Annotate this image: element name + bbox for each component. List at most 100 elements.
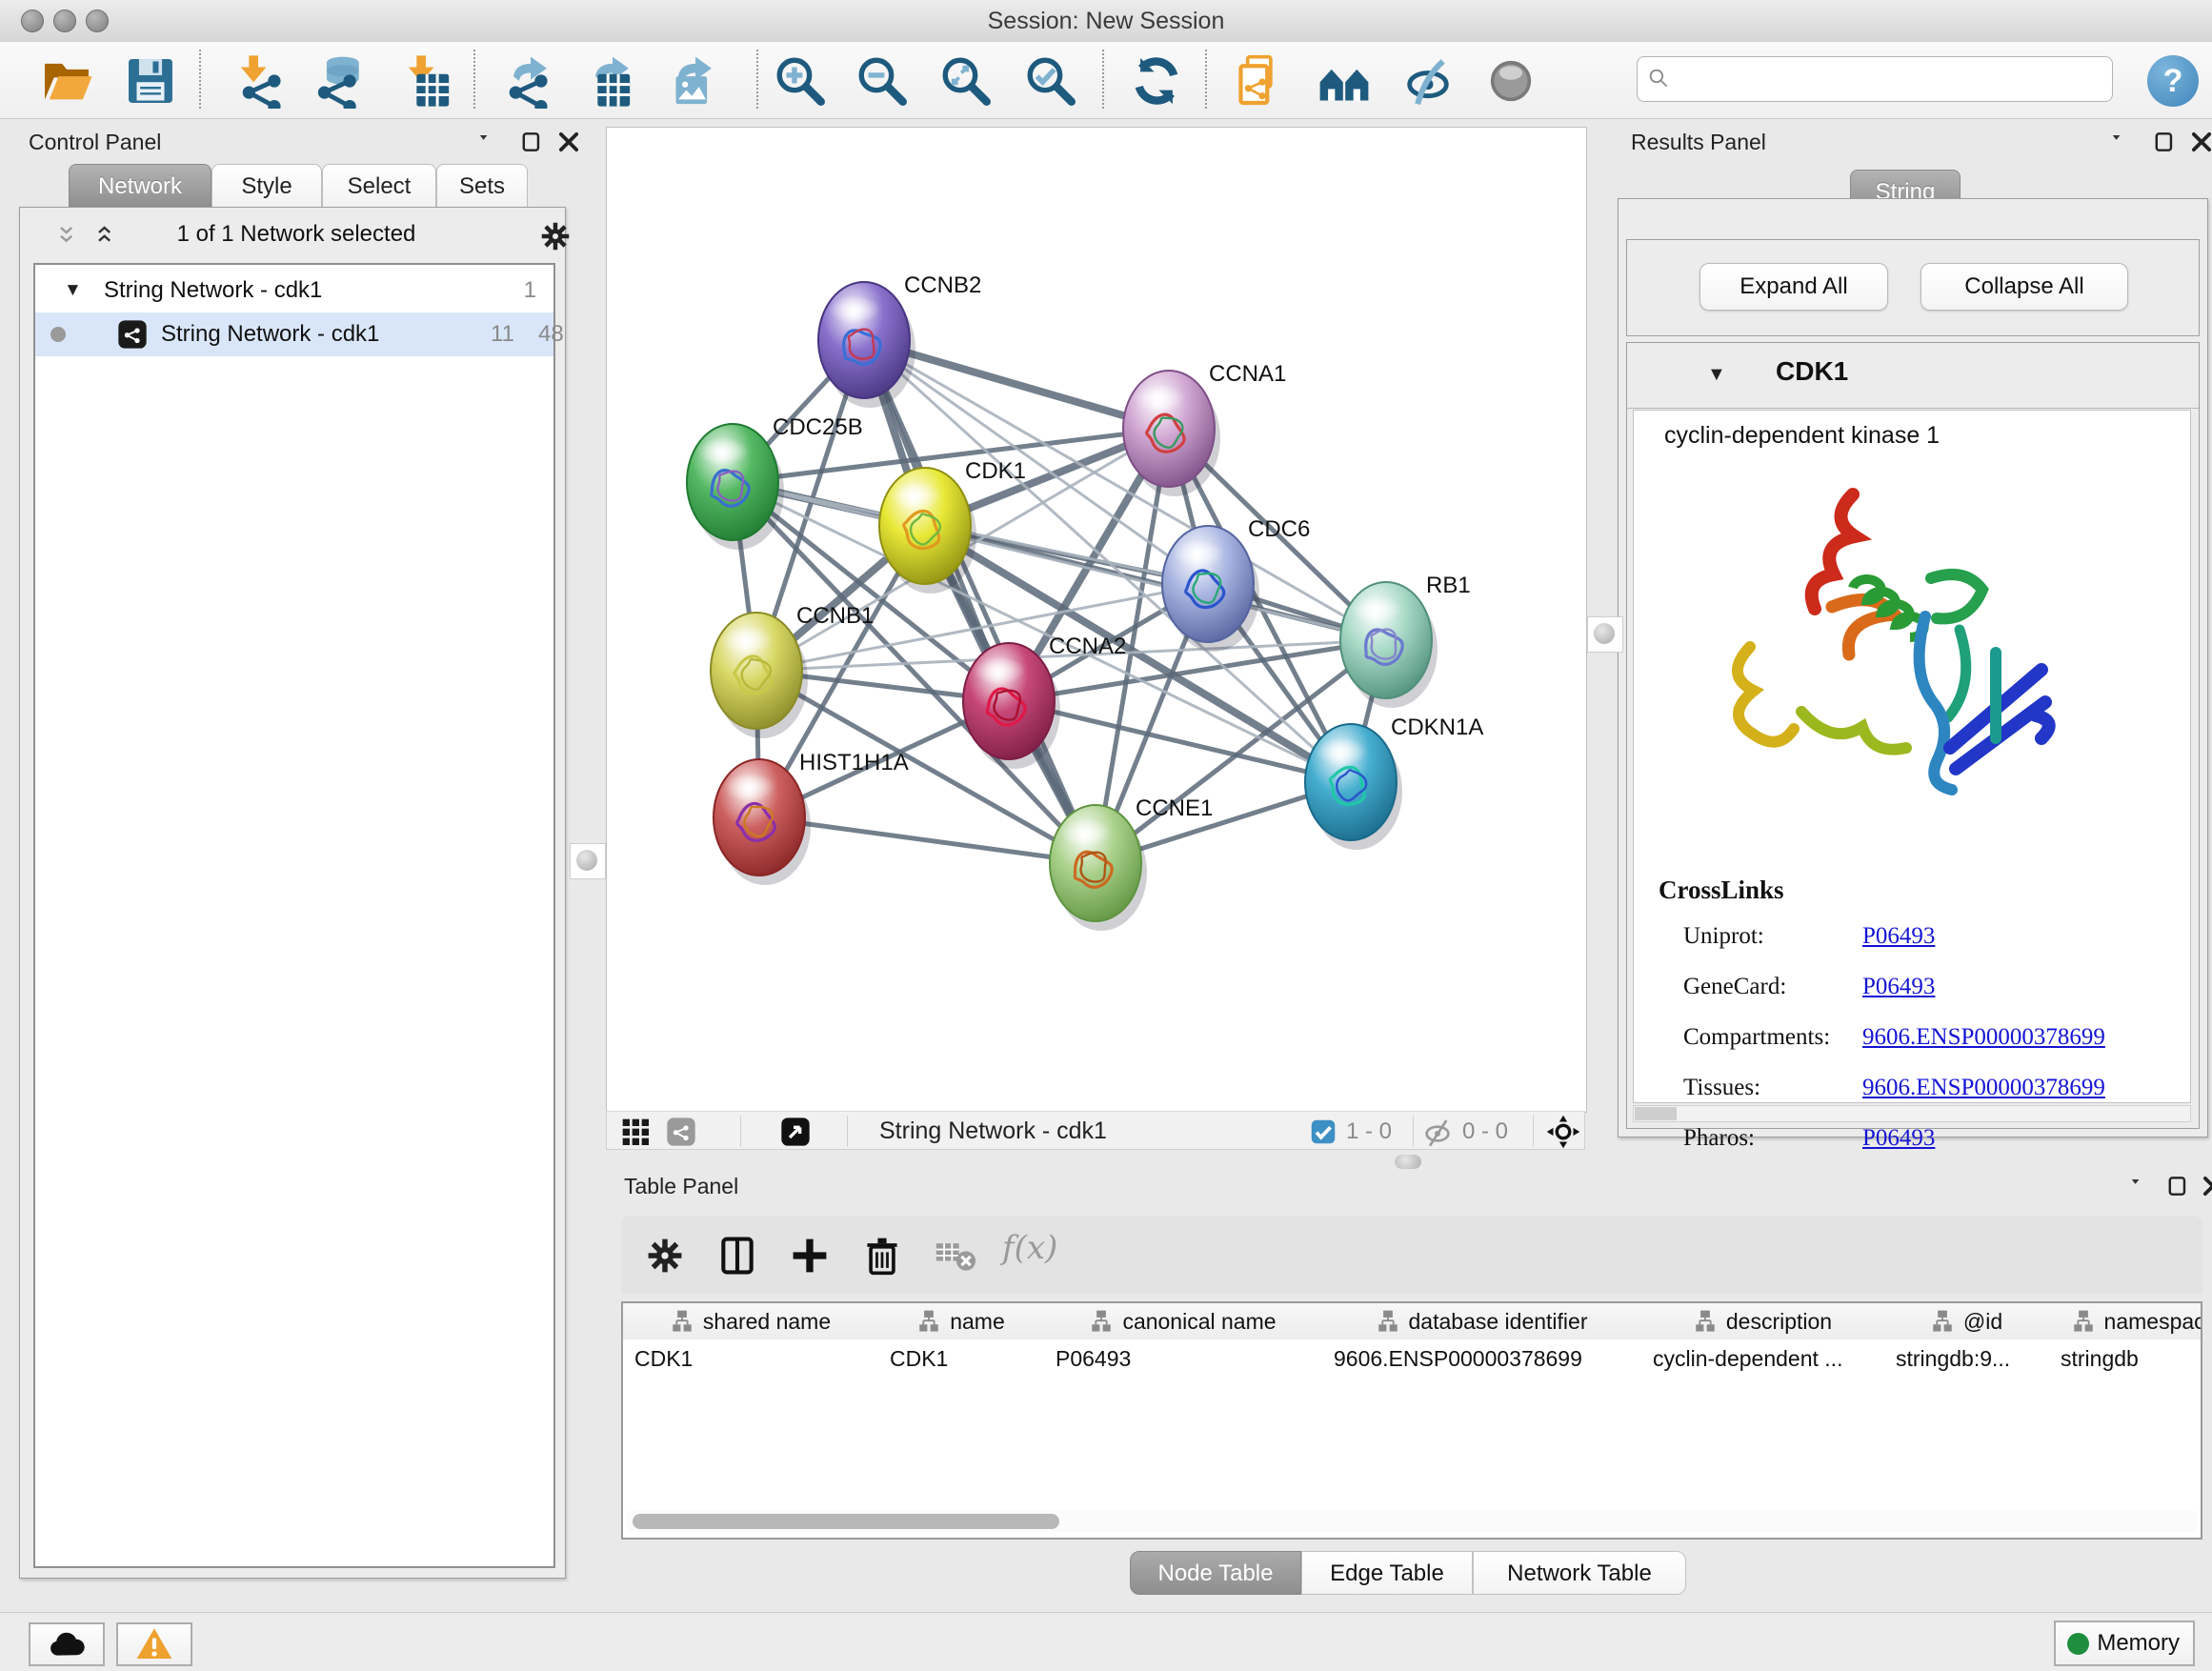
control-panel-title: Control Panel [29, 130, 161, 155]
left-splitter-handle[interactable] [570, 843, 606, 879]
tab-network-table[interactable]: Network Table [1473, 1551, 1686, 1595]
share-file-icon[interactable] [1233, 53, 1288, 109]
cdk1-collapse-icon[interactable]: ▼ [1707, 364, 1726, 386]
float-table-icon[interactable] [2166, 1174, 2191, 1198]
export-network-icon[interactable] [497, 53, 553, 109]
tree-expand-icon[interactable]: ▼ [64, 269, 82, 312]
memory-label: Memory [2097, 1630, 2180, 1656]
crosslink-value[interactable]: P06493 [1862, 923, 1935, 950]
column-header-description[interactable]: description [1641, 1303, 1885, 1339]
zoom-out-icon[interactable] [855, 53, 910, 109]
column-header-database-identifier[interactable]: database identifier [1322, 1303, 1642, 1339]
collapse-all-networks-icon[interactable] [56, 223, 85, 252]
network-panel-body: 1 of 1 Network selected ▼ String Network… [19, 207, 566, 1579]
save-icon[interactable] [123, 53, 178, 109]
zoom-selected-icon[interactable] [1023, 53, 1078, 109]
import-database-icon[interactable] [311, 53, 366, 109]
fit-content-icon[interactable] [1546, 1115, 1580, 1149]
table-hscrollbar-thumb[interactable] [633, 1514, 1059, 1529]
birds-eye-view-icon[interactable] [780, 1117, 811, 1147]
crosslink-row: GeneCard:P06493 [1683, 966, 2179, 1017]
crosslink-value[interactable]: P06493 [1862, 974, 1935, 1000]
crosslink-value[interactable]: 9606.ENSP00000378699 [1862, 1024, 2105, 1051]
crosslink-label: Pharos: [1683, 1125, 1755, 1152]
float-panel-icon[interactable] [520, 130, 545, 154]
cloud-button[interactable] [29, 1622, 105, 1666]
collapse-results-icon[interactable] [2109, 130, 2134, 154]
results-hscrollbar-thumb[interactable] [1635, 1107, 1677, 1120]
warnings-button[interactable] [116, 1622, 192, 1666]
string-network-icon [117, 319, 148, 350]
help-button[interactable]: ? [2147, 55, 2199, 107]
results-panel: Results Panel String Expand All Collapse… [1618, 124, 2212, 1137]
tab-style[interactable]: Style [211, 164, 322, 208]
table-cell[interactable]: P06493 [1044, 1341, 1322, 1376]
import-network-icon[interactable] [231, 53, 286, 109]
tab-network[interactable]: Network [69, 164, 211, 208]
collapse-table-icon[interactable] [2128, 1174, 2153, 1198]
tab-sets[interactable]: Sets [436, 164, 528, 208]
table-cell[interactable]: CDK1 [623, 1341, 878, 1376]
table-options-gear-icon[interactable] [644, 1235, 686, 1277]
column-header-@id[interactable]: @id [1884, 1303, 2050, 1339]
network-node-count: 11 [491, 312, 514, 356]
graphics-details-icon[interactable] [1400, 53, 1456, 109]
cdk1-header[interactable]: ▼ CDK1 [1627, 343, 2199, 409]
expand-all-button[interactable]: Expand All [1699, 263, 1888, 311]
import-table-icon[interactable] [398, 53, 453, 109]
network-row-selected[interactable]: String Network - cdk1 11 48 [35, 312, 553, 356]
network-view-canvas[interactable]: CCNB2CCNA1CDC25BCDK1CDC6RB1CCNB1CCNA2CDK… [606, 127, 1587, 1113]
zoom-in-icon[interactable] [773, 53, 828, 109]
selected-checkbox-icon[interactable] [1310, 1118, 1337, 1145]
network-options-gear-icon[interactable] [538, 219, 573, 253]
tab-edge-table[interactable]: Edge Table [1301, 1551, 1473, 1595]
column-type-icon [1090, 1308, 1113, 1333]
expand-all-networks-icon[interactable] [94, 223, 123, 252]
close-panel-icon[interactable] [556, 130, 581, 154]
close-table-icon[interactable] [2201, 1174, 2212, 1198]
table-cell[interactable]: stringdb [2049, 1341, 2202, 1376]
crosslink-value[interactable]: 9606.ENSP00000378699 [1862, 1075, 2105, 1101]
table-cell[interactable]: CDK1 [878, 1341, 1044, 1376]
grid-view-icon[interactable] [620, 1117, 651, 1147]
column-header-namespace[interactable]: namespace [2049, 1303, 2202, 1339]
memory-button[interactable]: Memory [2054, 1621, 2195, 1666]
bottom-splitter-handle[interactable] [1395, 1155, 1421, 1169]
delete-column-icon[interactable] [861, 1235, 903, 1277]
search-field[interactable] [1679, 61, 2102, 97]
home-icon[interactable] [1317, 53, 1372, 109]
tab-node-table[interactable]: Node Table [1130, 1551, 1301, 1595]
table-toolbar: f(x) [621, 1216, 2202, 1294]
export-table-icon[interactable] [579, 53, 634, 109]
network-collection-row[interactable]: ▼ String Network - cdk1 1 [35, 269, 553, 312]
add-column-icon[interactable] [789, 1235, 831, 1277]
collapse-panel-icon[interactable] [476, 130, 501, 154]
table-cell[interactable]: cyclin-dependent ... [1641, 1341, 1884, 1376]
search-input[interactable] [1637, 56, 2113, 102]
float-results-icon[interactable] [2153, 130, 2178, 154]
column-header-canonical-name[interactable]: canonical name [1044, 1303, 1323, 1339]
network-node-CCNA1: CCNA1 [1123, 361, 1286, 496]
table-cell[interactable]: 9606.ENSP00000378699 [1322, 1341, 1641, 1376]
node-table[interactable]: shared namenamecanonical namedatabase id… [621, 1301, 2202, 1540]
collapse-all-button[interactable]: Collapse All [1920, 263, 2128, 311]
window-title: Session: New Session [0, 0, 2212, 42]
hidden-eye-icon[interactable] [1422, 1117, 1453, 1147]
table-cell[interactable]: stringdb:9... [1884, 1341, 2049, 1376]
crosslink-value[interactable]: P06493 [1862, 1125, 1935, 1152]
column-header-shared-name[interactable]: shared name [623, 1303, 879, 1339]
eye-icon[interactable] [1483, 53, 1538, 109]
open-folder-icon[interactable] [39, 53, 94, 109]
right-splitter-handle[interactable] [1587, 616, 1623, 653]
zoom-fit-icon[interactable] [938, 53, 994, 109]
network-view-title: String Network - cdk1 [879, 1112, 1107, 1151]
results-hscrollbar[interactable] [1633, 1105, 2191, 1122]
column-header-name[interactable]: name [878, 1303, 1045, 1339]
warning-icon [118, 1652, 191, 1668]
show-columns-icon[interactable] [716, 1235, 758, 1277]
close-results-icon[interactable] [2189, 130, 2212, 154]
refresh-icon[interactable] [1129, 53, 1184, 109]
export-image-icon[interactable] [662, 53, 717, 109]
table-hscrollbar[interactable] [627, 1511, 2197, 1532]
tab-select[interactable]: Select [322, 164, 436, 208]
